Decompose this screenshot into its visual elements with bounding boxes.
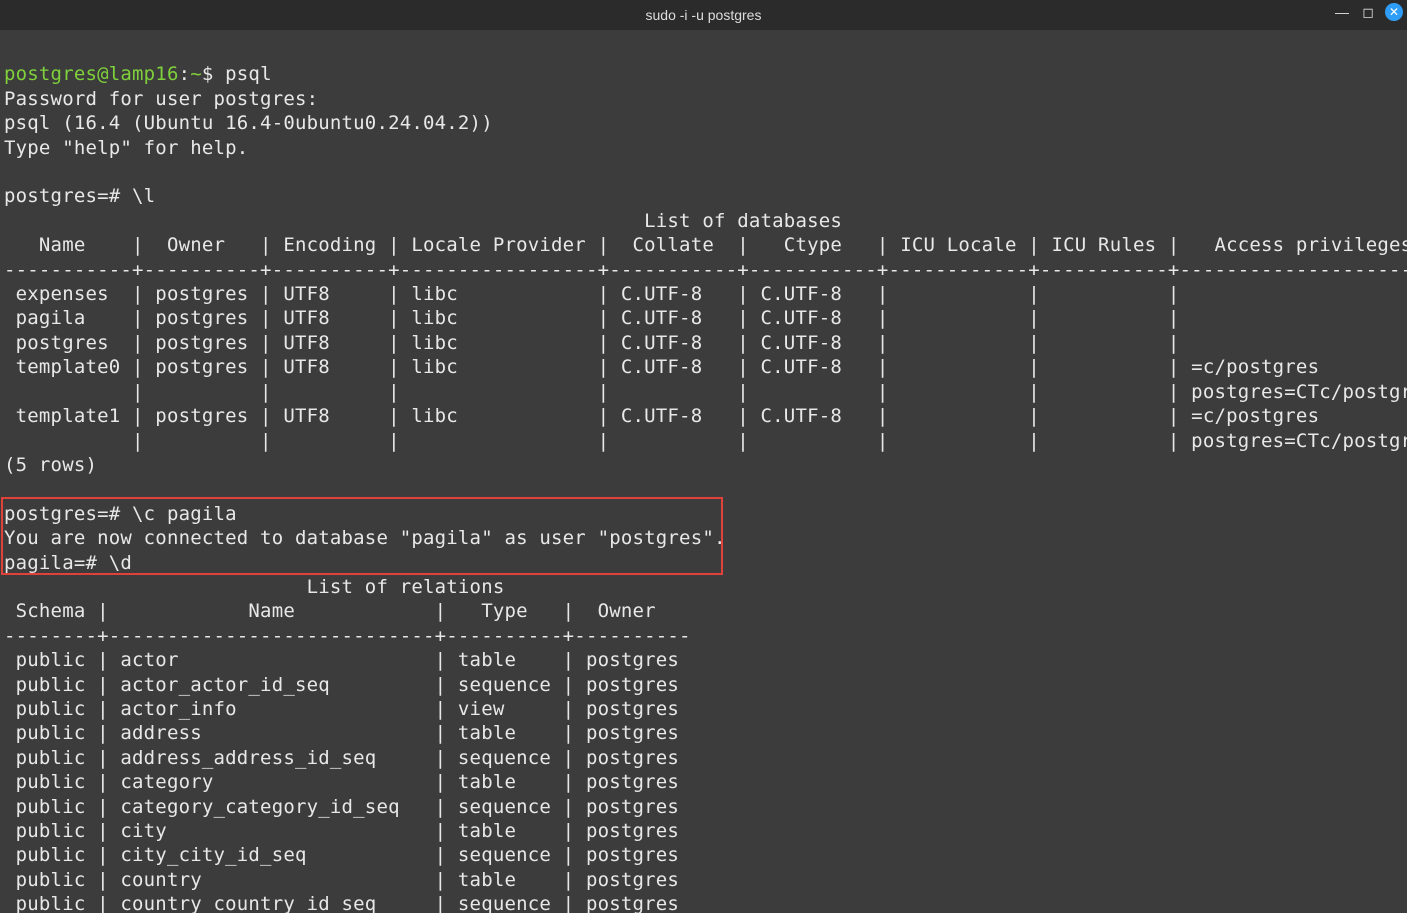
terminal-line: Type "help" for help. bbox=[4, 137, 248, 159]
table-row: public | country | table | postgres bbox=[4, 869, 679, 891]
psql-prompt: pagila=# \d bbox=[4, 552, 132, 574]
table-title: List of databases bbox=[4, 210, 842, 232]
table-row: | | | | | | | | postgres=CTc/postgres bbox=[4, 430, 1407, 452]
table-row: public | category_category_id_seq | sequ… bbox=[4, 796, 679, 818]
table-row: template0 | postgres | UTF8 | libc | C.U… bbox=[4, 356, 1407, 378]
window-titlebar: sudo -i -u postgres — ◻ ✕ bbox=[0, 0, 1407, 30]
window-title: sudo -i -u postgres bbox=[646, 7, 762, 23]
terminal-output[interactable]: postgres@lamp16:~$ psql Password for use… bbox=[0, 30, 1407, 913]
table-row: expenses | postgres | UTF8 | libc | C.UT… bbox=[4, 283, 1191, 305]
table-row: template1 | postgres | UTF8 | libc | C.U… bbox=[4, 405, 1407, 427]
terminal-line: psql (16.4 (Ubuntu 16.4-0ubuntu0.24.04.2… bbox=[4, 112, 493, 134]
shell-prompt-user: postgres@lamp16 bbox=[4, 63, 179, 85]
table-row: | | | | | | | | postgres=CTc/postgres bbox=[4, 381, 1407, 403]
shell-command: $ psql bbox=[202, 63, 272, 85]
terminal-line: Password for user postgres: bbox=[4, 88, 318, 110]
psql-prompt: postgres=# \l bbox=[4, 185, 155, 207]
close-button[interactable]: ✕ bbox=[1385, 3, 1403, 21]
table-row: postgres | postgres | UTF8 | libc | C.UT… bbox=[4, 332, 1191, 354]
table-row: public | country_country_id_seq | sequen… bbox=[4, 893, 679, 913]
table-row: public | address_address_id_seq | sequen… bbox=[4, 747, 679, 769]
table-row: pagila | postgres | UTF8 | libc | C.UTF-… bbox=[4, 307, 1191, 329]
text: : bbox=[179, 63, 191, 85]
row-count: (5 rows) bbox=[4, 454, 97, 476]
table-row: public | category | table | postgres bbox=[4, 771, 679, 793]
table-title: List of relations bbox=[4, 576, 504, 598]
table-row: public | actor_actor_id_seq | sequence |… bbox=[4, 674, 679, 696]
table-row: public | city_city_id_seq | sequence | p… bbox=[4, 844, 679, 866]
psql-prompt: postgres=# \c pagila bbox=[4, 503, 237, 525]
table-separator: --------+----------------------------+--… bbox=[4, 625, 691, 647]
table-row: public | actor | table | postgres bbox=[4, 649, 679, 671]
shell-prompt-path: ~ bbox=[190, 63, 202, 85]
table-row: public | city | table | postgres bbox=[4, 820, 679, 842]
table-separator: -----------+----------+----------+------… bbox=[4, 259, 1407, 281]
table-header: Schema | Name | Type | Owner bbox=[4, 600, 691, 622]
table-header: Name | Owner | Encoding | Locale Provide… bbox=[4, 234, 1407, 256]
table-row: public | actor_info | view | postgres bbox=[4, 698, 679, 720]
window-controls: — ◻ ✕ bbox=[1333, 3, 1403, 21]
maximize-button[interactable]: ◻ bbox=[1359, 3, 1377, 21]
table-row: public | address | table | postgres bbox=[4, 722, 679, 744]
minimize-button[interactable]: — bbox=[1333, 3, 1351, 21]
terminal-line: You are now connected to database "pagil… bbox=[4, 527, 726, 549]
